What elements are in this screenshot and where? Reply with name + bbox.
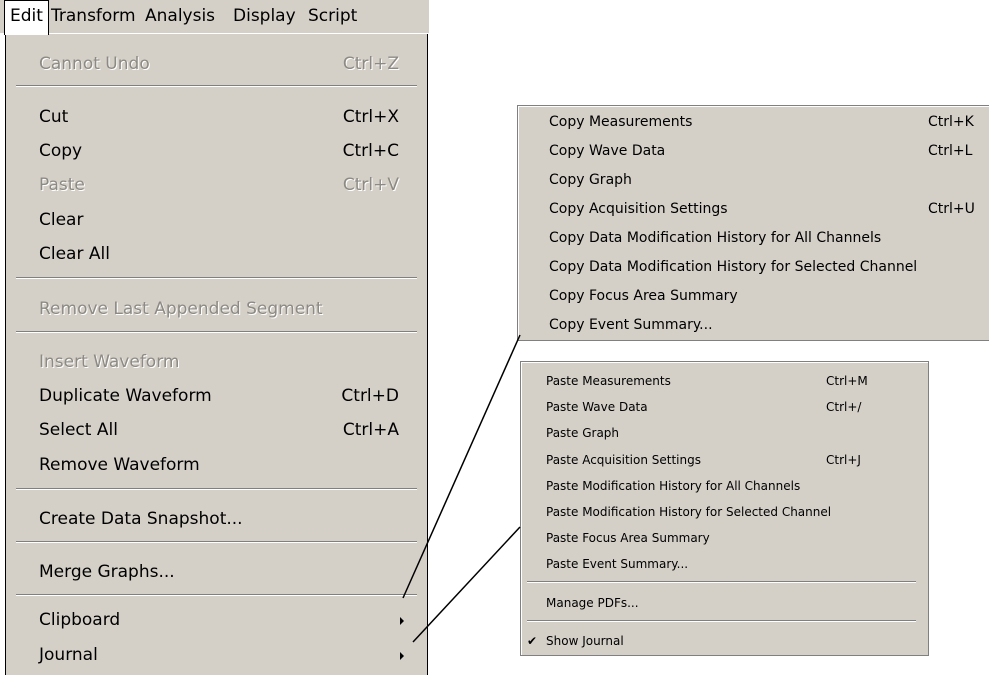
menu-item-label: Copy Data Modification History for Selec… (549, 259, 918, 275)
menu-item-shortcut: Ctrl+X (342, 107, 399, 127)
menu-item-label: Duplicate Waveform (39, 386, 212, 406)
checkmark-icon: ✔ (527, 634, 538, 648)
edit-menu-dropdown: Cannot Undo Ctrl+Z Cut Ctrl+X Copy Ctrl+… (5, 34, 428, 675)
menu-item-shortcut: Ctrl+M (826, 374, 868, 388)
submenu-arrow-icon (400, 617, 404, 625)
journal-submenu: Paste Measurements Ctrl+M Paste Wave Dat… (520, 361, 929, 656)
menu-item-label: Clear (39, 210, 84, 230)
journal-callout-line (412, 526, 521, 643)
menu-item-label: Remove Waveform (39, 455, 200, 475)
menu-separator (16, 331, 417, 333)
menu-item-label: Journal (39, 645, 98, 665)
menu-separator (16, 488, 417, 490)
menu-item-label: Copy (39, 141, 83, 161)
menu-item-label: Clear All (39, 244, 110, 264)
menu-script[interactable]: Script (303, 0, 362, 33)
menu-item-label: Copy Wave Data (549, 143, 666, 159)
menu-item-shortcut: Ctrl+J (826, 453, 861, 467)
menu-separator (16, 594, 417, 596)
menu-item-label: Paste Modification History for Selected … (546, 505, 832, 519)
menu-transform[interactable]: Transform (46, 0, 141, 33)
menu-item-shortcut: Ctrl+U (928, 201, 975, 217)
menu-item-label: Copy Acquisition Settings (549, 201, 728, 217)
menu-item-shortcut: Ctrl+A (342, 420, 399, 440)
menu-separator (527, 620, 916, 622)
menu-bar: Edit Transform Analysis Display Script (0, 0, 429, 35)
menu-item-label: Select All (39, 420, 118, 440)
menu-item-shortcut: Ctrl+K (928, 114, 974, 130)
menu-item-label: Paste Measurements (546, 374, 671, 388)
menu-edit[interactable]: Edit (4, 0, 49, 35)
menu-item-label: Paste Wave Data (546, 400, 648, 414)
menu-item-label: Copy Graph (549, 172, 632, 188)
menu-item-shortcut: Ctrl+C (342, 141, 399, 161)
menu-analysis[interactable]: Analysis (140, 0, 220, 33)
menu-item-label: Insert Waveform (39, 352, 180, 372)
menu-item-label: Paste Focus Area Summary (546, 531, 710, 545)
menu-item-shortcut: Ctrl+V (342, 175, 399, 195)
menu-item-label: Copy Data Modification History for All C… (549, 230, 882, 246)
menu-separator (16, 85, 417, 87)
menu-item-label: Create Data Snapshot... (39, 509, 243, 529)
menu-item-label: Paste (39, 175, 85, 195)
menu-item-label: Paste Modification History for All Chann… (546, 479, 801, 493)
menu-item-label: Show Journal (546, 634, 624, 648)
menu-item-label: Copy Focus Area Summary (549, 288, 738, 304)
menu-separator (16, 541, 417, 543)
menu-item-shortcut: Ctrl+/ (826, 400, 862, 414)
menu-separator (16, 277, 417, 279)
menu-item-label: Merge Graphs... (39, 562, 175, 582)
menu-item-label: Paste Graph (546, 426, 620, 440)
menu-item-shortcut: Ctrl+D (341, 386, 399, 406)
menu-item-label: Clipboard (39, 610, 121, 630)
menu-item-label: Copy Event Summary... (549, 317, 713, 333)
menu-item-shortcut: Ctrl+L (928, 143, 973, 159)
menu-item-label: Remove Last Appended Segment (39, 299, 323, 319)
submenu-arrow-icon (400, 652, 404, 660)
menu-display[interactable]: Display (228, 0, 301, 33)
menu-item-label: Cut (39, 107, 69, 127)
menu-item-label: Paste Acquisition Settings (546, 453, 701, 467)
menu-separator (527, 581, 916, 583)
menu-item-shortcut: Ctrl+Z (342, 54, 399, 74)
menu-item-label: Manage PDFs... (546, 596, 639, 610)
menu-item-label: Copy Measurements (549, 114, 693, 130)
clipboard-submenu: Copy Measurements Ctrl+K Copy Wave Data … (517, 105, 989, 341)
menu-item-label: Paste Event Summary... (546, 557, 689, 571)
menu-item-label: Cannot Undo (39, 54, 150, 74)
